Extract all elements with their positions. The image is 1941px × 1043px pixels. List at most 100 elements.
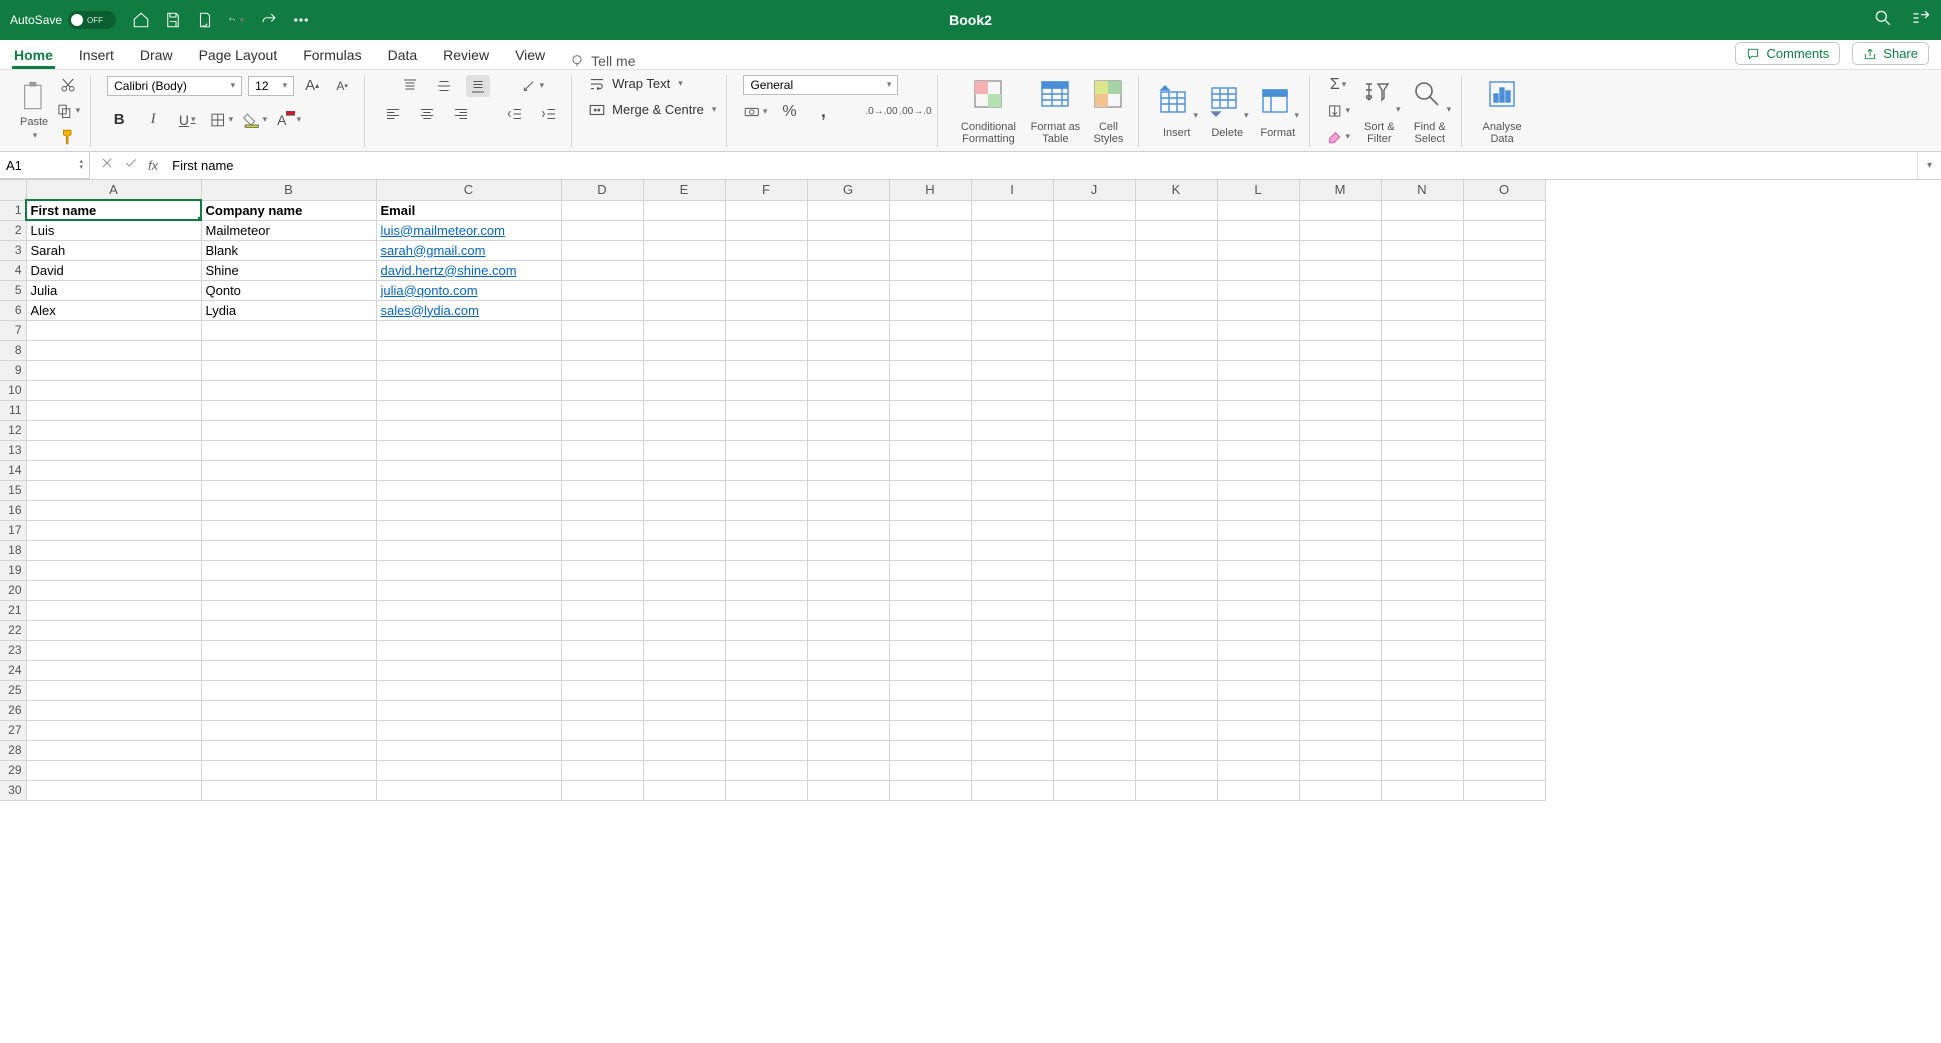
cell-F21[interactable] — [725, 600, 807, 620]
cell-G30[interactable] — [807, 780, 889, 800]
cell-O25[interactable] — [1463, 680, 1545, 700]
cell-E16[interactable] — [643, 500, 725, 520]
font-color-button[interactable]: A▾ — [277, 109, 301, 131]
cell-O23[interactable] — [1463, 640, 1545, 660]
cell-E11[interactable] — [643, 400, 725, 420]
cell-F26[interactable] — [725, 700, 807, 720]
cell-A1[interactable]: First name — [26, 200, 201, 220]
cell-B26[interactable] — [201, 700, 376, 720]
cell-L10[interactable] — [1217, 380, 1299, 400]
cell-O18[interactable] — [1463, 540, 1545, 560]
cell-C15[interactable] — [376, 480, 561, 500]
cell-B15[interactable] — [201, 480, 376, 500]
cell-G8[interactable] — [807, 340, 889, 360]
increase-font-icon[interactable]: A▴ — [300, 75, 324, 97]
cell-D8[interactable] — [561, 340, 643, 360]
clear-icon[interactable]: ▾ — [1326, 126, 1350, 148]
enter-formula-icon[interactable] — [124, 156, 138, 175]
cell-A5[interactable]: Julia — [26, 280, 201, 300]
cell-M17[interactable] — [1299, 520, 1381, 540]
cell-I18[interactable] — [971, 540, 1053, 560]
wrap-text-button[interactable]: Wrap Text▾ — [588, 75, 683, 93]
cell-F29[interactable] — [725, 760, 807, 780]
cell-E15[interactable] — [643, 480, 725, 500]
cell-J30[interactable] — [1053, 780, 1135, 800]
cell-J23[interactable] — [1053, 640, 1135, 660]
column-header-E[interactable]: E — [643, 180, 725, 200]
cell-H12[interactable] — [889, 420, 971, 440]
tab-page-layout[interactable]: Page Layout — [197, 43, 280, 69]
cell-J26[interactable] — [1053, 700, 1135, 720]
cell-N14[interactable] — [1381, 460, 1463, 480]
fill-icon[interactable]: ▾ — [1326, 100, 1350, 122]
home-icon[interactable] — [132, 11, 150, 29]
cell-O15[interactable] — [1463, 480, 1545, 500]
row-header-22[interactable]: 22 — [0, 620, 26, 640]
cell-E6[interactable] — [643, 300, 725, 320]
cell-J14[interactable] — [1053, 460, 1135, 480]
cell-H26[interactable] — [889, 700, 971, 720]
cell-N18[interactable] — [1381, 540, 1463, 560]
cell-B27[interactable] — [201, 720, 376, 740]
cell-A22[interactable] — [26, 620, 201, 640]
tab-draw[interactable]: Draw — [138, 43, 175, 69]
sort-filter-button[interactable]: ▾ Sort & Filter — [1358, 76, 1401, 145]
cell-D17[interactable] — [561, 520, 643, 540]
cell-L22[interactable] — [1217, 620, 1299, 640]
cell-B30[interactable] — [201, 780, 376, 800]
cell-N27[interactable] — [1381, 720, 1463, 740]
cell-D27[interactable] — [561, 720, 643, 740]
cell-H11[interactable] — [889, 400, 971, 420]
cell-N19[interactable] — [1381, 560, 1463, 580]
cell-K9[interactable] — [1135, 360, 1217, 380]
cell-C3[interactable]: sarah@gmail.com — [376, 240, 561, 260]
cell-B9[interactable] — [201, 360, 376, 380]
cell-I7[interactable] — [971, 320, 1053, 340]
cell-F22[interactable] — [725, 620, 807, 640]
cell-C25[interactable] — [376, 680, 561, 700]
italic-button[interactable]: I — [141, 109, 165, 131]
cell-D13[interactable] — [561, 440, 643, 460]
cell-H24[interactable] — [889, 660, 971, 680]
cell-O27[interactable] — [1463, 720, 1545, 740]
cell-K29[interactable] — [1135, 760, 1217, 780]
cell-A10[interactable] — [26, 380, 201, 400]
cell-L13[interactable] — [1217, 440, 1299, 460]
row-header-26[interactable]: 26 — [0, 700, 26, 720]
cell-K26[interactable] — [1135, 700, 1217, 720]
cell-I14[interactable] — [971, 460, 1053, 480]
cell-M14[interactable] — [1299, 460, 1381, 480]
cell-M8[interactable] — [1299, 340, 1381, 360]
cell-G25[interactable] — [807, 680, 889, 700]
cell-O11[interactable] — [1463, 400, 1545, 420]
cell-J12[interactable] — [1053, 420, 1135, 440]
cell-C7[interactable] — [376, 320, 561, 340]
cell-F2[interactable] — [725, 220, 807, 240]
cell-A17[interactable] — [26, 520, 201, 540]
cell-D6[interactable] — [561, 300, 643, 320]
cell-F14[interactable] — [725, 460, 807, 480]
delete-cells-button[interactable]: ▾ Delete — [1206, 82, 1249, 139]
cell-A11[interactable] — [26, 400, 201, 420]
cell-F28[interactable] — [725, 740, 807, 760]
autosum-icon[interactable]: Σ▾ — [1326, 74, 1350, 96]
row-header-28[interactable]: 28 — [0, 740, 26, 760]
cell-H7[interactable] — [889, 320, 971, 340]
cell-B4[interactable]: Shine — [201, 260, 376, 280]
cell-K18[interactable] — [1135, 540, 1217, 560]
row-header-1[interactable]: 1 — [0, 200, 26, 220]
row-header-19[interactable]: 19 — [0, 560, 26, 580]
cell-N26[interactable] — [1381, 700, 1463, 720]
cell-G7[interactable] — [807, 320, 889, 340]
cell-I11[interactable] — [971, 400, 1053, 420]
cell-J7[interactable] — [1053, 320, 1135, 340]
grid[interactable]: ABCDEFGHIJKLMNO1First nameCompany nameEm… — [0, 180, 1546, 801]
cell-N17[interactable] — [1381, 520, 1463, 540]
cell-B3[interactable]: Blank — [201, 240, 376, 260]
cell-D3[interactable] — [561, 240, 643, 260]
row-header-25[interactable]: 25 — [0, 680, 26, 700]
cell-F18[interactable] — [725, 540, 807, 560]
column-header-A[interactable]: A — [26, 180, 201, 200]
cell-E9[interactable] — [643, 360, 725, 380]
cell-O1[interactable] — [1463, 200, 1545, 220]
